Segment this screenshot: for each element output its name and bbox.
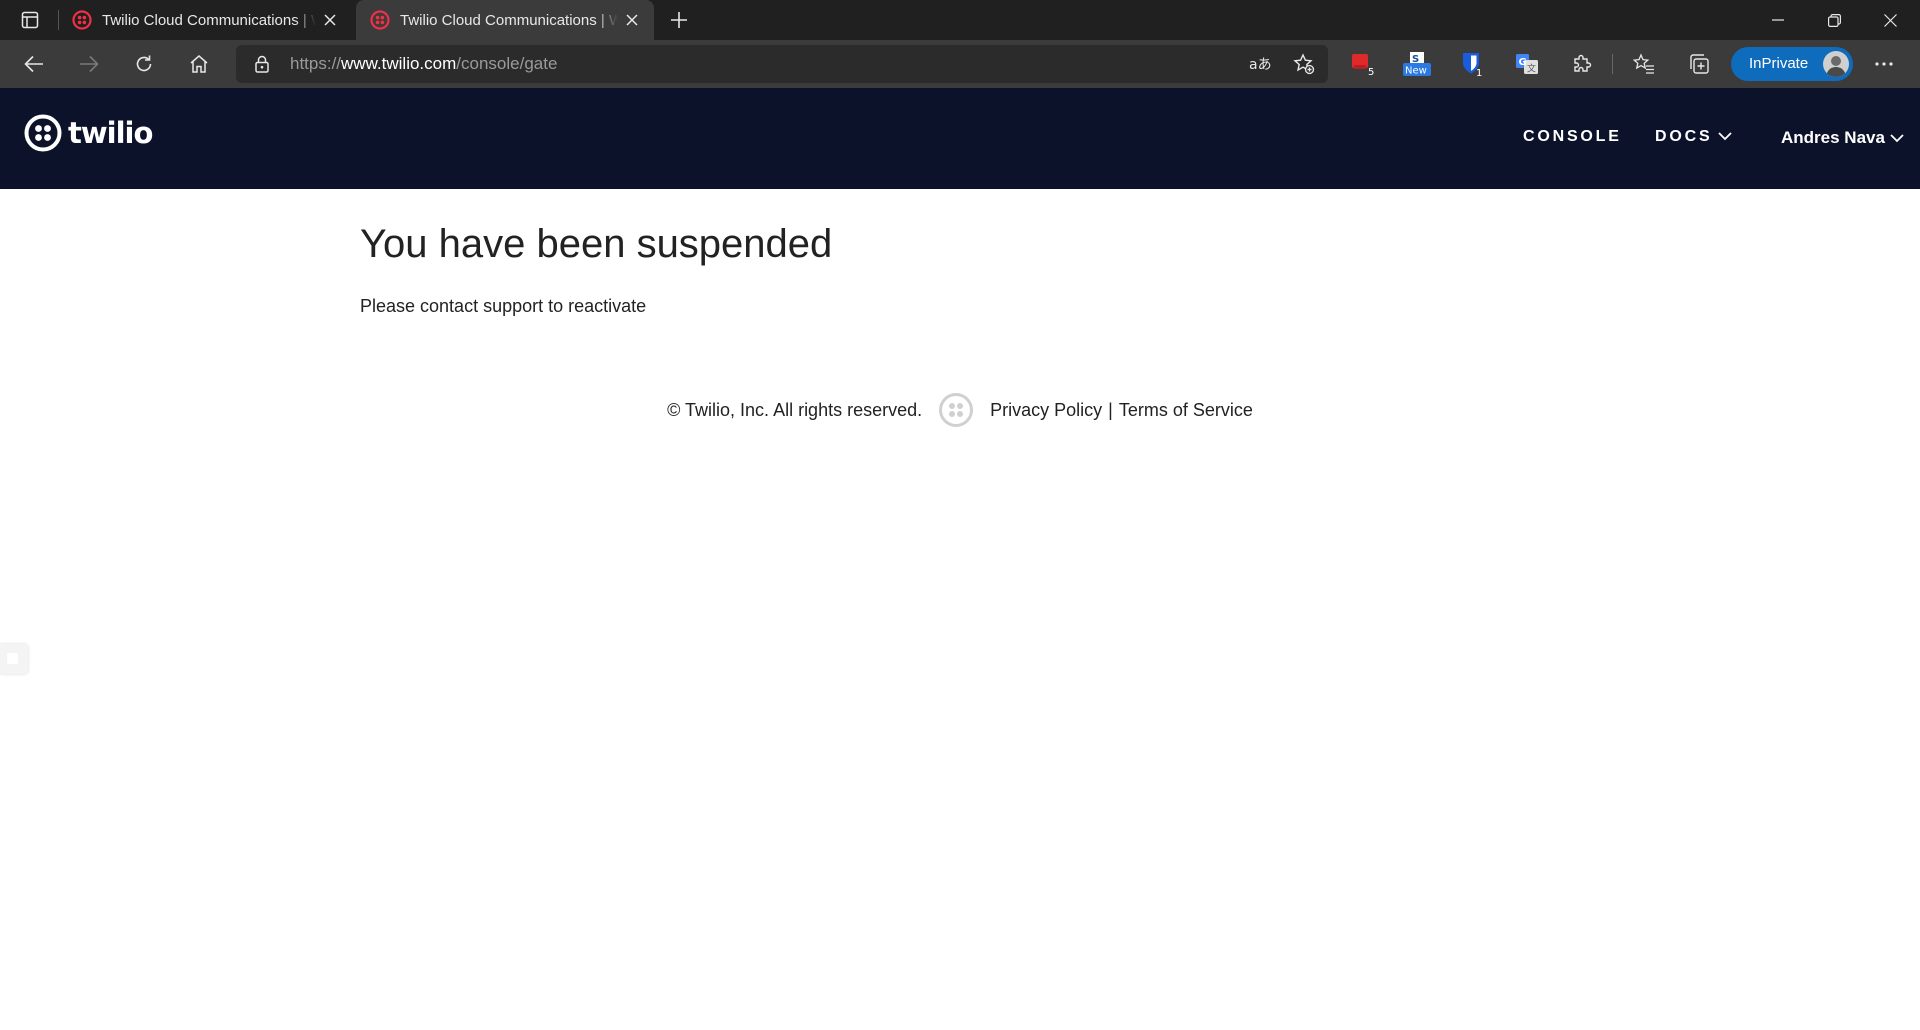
url-scheme: https://: [290, 54, 342, 73]
inprivate-label: InPrivate: [1749, 55, 1809, 72]
refresh-icon[interactable]: [126, 48, 162, 80]
chevron-down-icon: [1718, 132, 1733, 141]
user-menu-dropdown[interactable]: Andres Nava: [1781, 128, 1904, 148]
collections-icon[interactable]: [1681, 48, 1717, 80]
nav-console-link[interactable]: CONSOLE: [1523, 128, 1622, 146]
more-menu-icon[interactable]: [1866, 48, 1902, 80]
url-host: www.twilio.com: [341, 54, 457, 73]
tab-title: Twilio Cloud Communications | W: [400, 11, 618, 29]
back-icon[interactable]: [16, 48, 52, 80]
extensions-puzzle-icon[interactable]: [1564, 48, 1600, 80]
news-extension-icon[interactable]: S New: [1399, 48, 1435, 80]
new-tab-icon[interactable]: [664, 6, 694, 34]
footer-separator: |: [1108, 399, 1113, 420]
red-extension-icon[interactable]: 5: [1344, 48, 1380, 80]
read-aloud-translate-icon[interactable]: aあ: [1246, 51, 1274, 77]
twilio-header: twilio CONSOLE DOCS Andres Nava: [0, 88, 1920, 189]
svg-text:G: G: [1519, 57, 1527, 68]
browser-tab-bar: Twilio Cloud Communications | W Twilio C…: [0, 0, 1920, 40]
twilio-wordmark: twilio: [68, 116, 153, 150]
profile-avatar: [1823, 51, 1849, 77]
twilio-logo-icon: [24, 114, 62, 152]
close-tab-icon[interactable]: [618, 6, 646, 34]
nav-docs-label: DOCS: [1655, 128, 1713, 145]
side-feedback-widget[interactable]: [0, 644, 28, 674]
tab-actions-icon[interactable]: [12, 8, 48, 32]
toolbar-separator: [1612, 54, 1613, 74]
svg-text:aあ: aあ: [1249, 57, 1271, 73]
twilio-favicon-icon: [72, 10, 92, 30]
add-favorite-icon[interactable]: [1290, 51, 1318, 77]
svg-text:文: 文: [1527, 63, 1536, 75]
twilio-favicon-icon: [370, 10, 390, 30]
translate-extension-icon[interactable]: G文: [1509, 48, 1545, 80]
copyright-text: © Twilio, Inc. All rights reserved.: [667, 399, 923, 420]
page-title: You have been suspended: [360, 222, 833, 266]
close-window-icon[interactable]: [1862, 0, 1918, 40]
privacy-policy-link[interactable]: Privacy Policy: [990, 400, 1102, 421]
page-footer: © Twilio, Inc. All rights reserved. Priv…: [0, 390, 1920, 430]
chevron-down-icon: [1890, 134, 1904, 143]
suspension-message: Please contact support to reactivate: [360, 296, 647, 316]
lock-icon[interactable]: [252, 54, 272, 74]
inprivate-button[interactable]: InPrivate: [1731, 47, 1853, 81]
tab-title: Twilio Cloud Communications | W: [102, 11, 316, 29]
browser-toolbar: https://www.twilio.com/console/gate aあ 5…: [0, 40, 1920, 88]
extension-badge: 1: [1476, 68, 1482, 77]
browser-tab-1[interactable]: Twilio Cloud Communications | W: [58, 0, 352, 40]
url-text[interactable]: https://www.twilio.com/console/gate: [290, 54, 557, 74]
restore-icon[interactable]: [1806, 0, 1862, 40]
terms-of-service-link[interactable]: Terms of Service: [1119, 400, 1253, 421]
nav-docs-dropdown[interactable]: DOCS: [1655, 128, 1733, 146]
twilio-footer-logo-icon: [939, 393, 974, 427]
browser-tab-2[interactable]: Twilio Cloud Communications | W: [356, 0, 654, 40]
extension-badge: New: [1405, 66, 1427, 77]
user-name: Andres Nava: [1781, 128, 1885, 147]
favorites-icon[interactable]: [1626, 48, 1662, 80]
address-bar[interactable]: https://www.twilio.com/console/gate aあ: [236, 45, 1328, 83]
close-tab-icon[interactable]: [316, 6, 344, 34]
bitwarden-shield-icon[interactable]: 1: [1454, 48, 1490, 80]
home-icon[interactable]: [181, 48, 217, 80]
extension-badge: 5: [1368, 67, 1374, 77]
forward-icon[interactable]: [71, 48, 107, 80]
minimize-icon[interactable]: [1750, 0, 1806, 40]
twilio-logo[interactable]: twilio: [24, 114, 153, 152]
url-path: /console/gate: [456, 54, 558, 73]
